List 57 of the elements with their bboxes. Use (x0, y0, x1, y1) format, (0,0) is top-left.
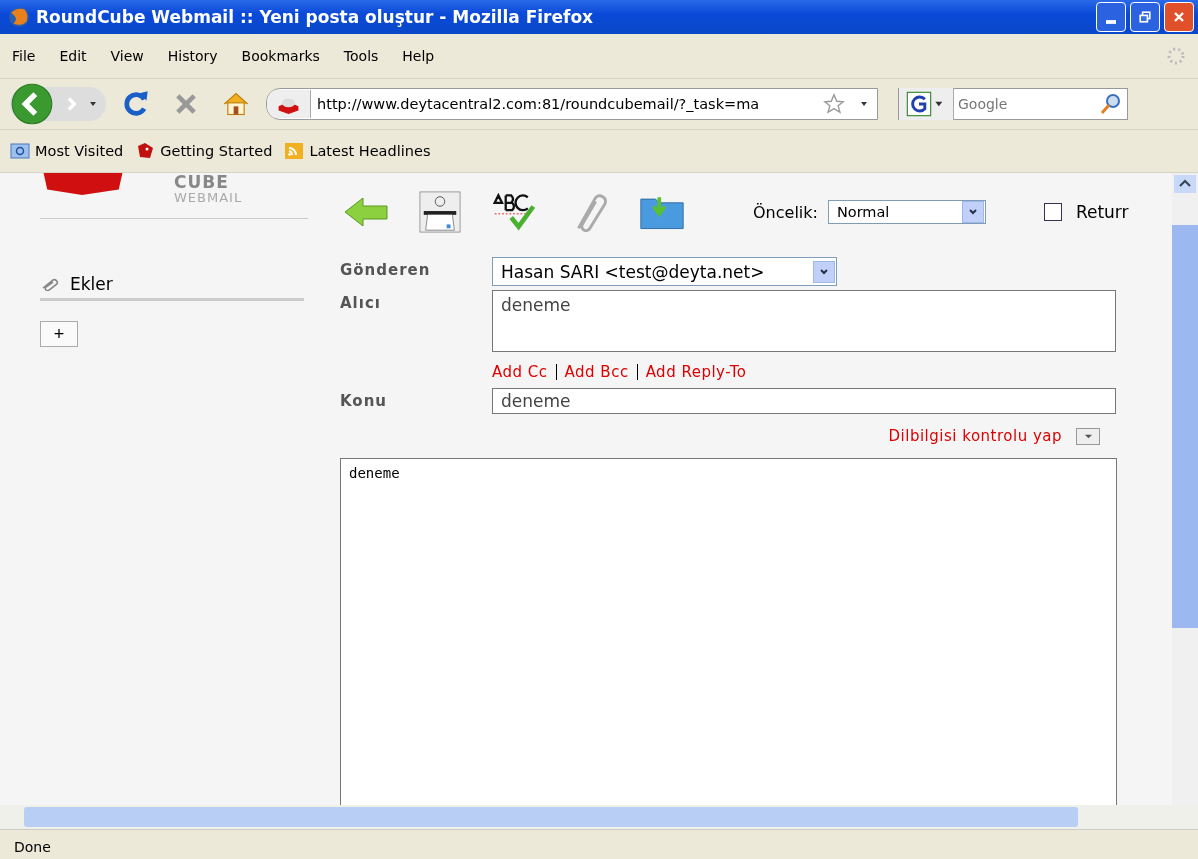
subject-label: Konu (340, 391, 389, 412)
send-icon[interactable] (417, 190, 463, 234)
menu-item[interactable]: Tools (343, 48, 379, 64)
menu-item[interactable]: Help (402, 48, 435, 64)
site-icon (267, 90, 311, 118)
search-bar[interactable]: Google (898, 88, 1128, 120)
paperclip-icon (40, 277, 60, 291)
subject-field[interactable]: deneme (492, 388, 1116, 414)
add-attachment-button[interactable]: + (40, 321, 78, 347)
bookmark-item[interactable]: Most Visited (10, 142, 124, 160)
spellcheck-link[interactable]: Dilbilgisi kontrolu yap (888, 427, 1062, 445)
bookmark-item[interactable]: Getting Started (135, 142, 273, 160)
priority-label: Öncelik: (753, 202, 818, 222)
bookmark-item[interactable]: Latest Headlines (284, 142, 431, 160)
priority-select[interactable]: Normal (827, 200, 986, 224)
from-label: Gönderen (340, 260, 432, 281)
attachments-title: Ekler (70, 274, 113, 294)
logo-text: CUBE (174, 175, 230, 190)
star-icon[interactable] (823, 93, 845, 115)
chevron-down-icon (819, 266, 829, 277)
restore-button[interactable] (1130, 2, 1160, 32)
header-link[interactable]: Add Cc (492, 363, 548, 381)
close-button[interactable] (1164, 2, 1194, 32)
spellcheck-dropdown[interactable] (1076, 427, 1100, 445)
menu-item[interactable]: View (110, 48, 144, 64)
minimize-button[interactable] (1096, 2, 1126, 32)
menu-item[interactable]: Edit (59, 48, 87, 64)
minimize-icon (1106, 20, 1116, 24)
search-icon[interactable] (1099, 92, 1123, 116)
window-title: RoundCube Webmail :: Yeni posta oluştur - Mozilla Firefox (36, 7, 595, 27)
feed-icon (284, 142, 305, 160)
throbber-icon (1166, 46, 1186, 66)
header-link[interactable]: Add Bcc (564, 363, 629, 381)
menu-item[interactable]: File (12, 48, 36, 64)
recipient-label: Alıcı (340, 293, 382, 314)
scroll-up-icon[interactable] (1174, 175, 1196, 193)
url-text: http://www.deytacentral2.com:81/roundcubemail/?_task=ma (316, 96, 761, 112)
address-bar[interactable]: http://www.deytacentral2.com:81/roundcubemail/?_task=ma (266, 88, 878, 120)
status-text: Done (14, 838, 51, 855)
header-link[interactable]: Add Reply-To (645, 363, 747, 381)
folder-search-icon (10, 142, 30, 160)
menu-item[interactable]: History (167, 48, 218, 64)
horizontal-scrollbar[interactable] (0, 805, 1198, 829)
logo-subtitle: WEBMAIL (174, 190, 243, 205)
reload-icon[interactable] (122, 90, 150, 118)
restore-icon (1137, 9, 1153, 25)
recipient-field[interactable]: deneme (492, 290, 1116, 352)
back-button[interactable] (10, 82, 54, 126)
chevron-down-icon (967, 207, 978, 217)
message-body-field[interactable]: deneme (340, 458, 1117, 805)
return-receipt-checkbox[interactable] (1043, 203, 1062, 221)
menu-item[interactable]: Bookmarks (241, 48, 320, 64)
sender-select[interactable]: Hasan SARI <test@deyta.net> (492, 257, 837, 286)
home-icon[interactable] (222, 90, 250, 118)
return-receipt-label: Returr (1075, 202, 1129, 222)
vertical-scrollbar[interactable] (1172, 173, 1198, 805)
search-engine-icon[interactable] (899, 88, 954, 120)
